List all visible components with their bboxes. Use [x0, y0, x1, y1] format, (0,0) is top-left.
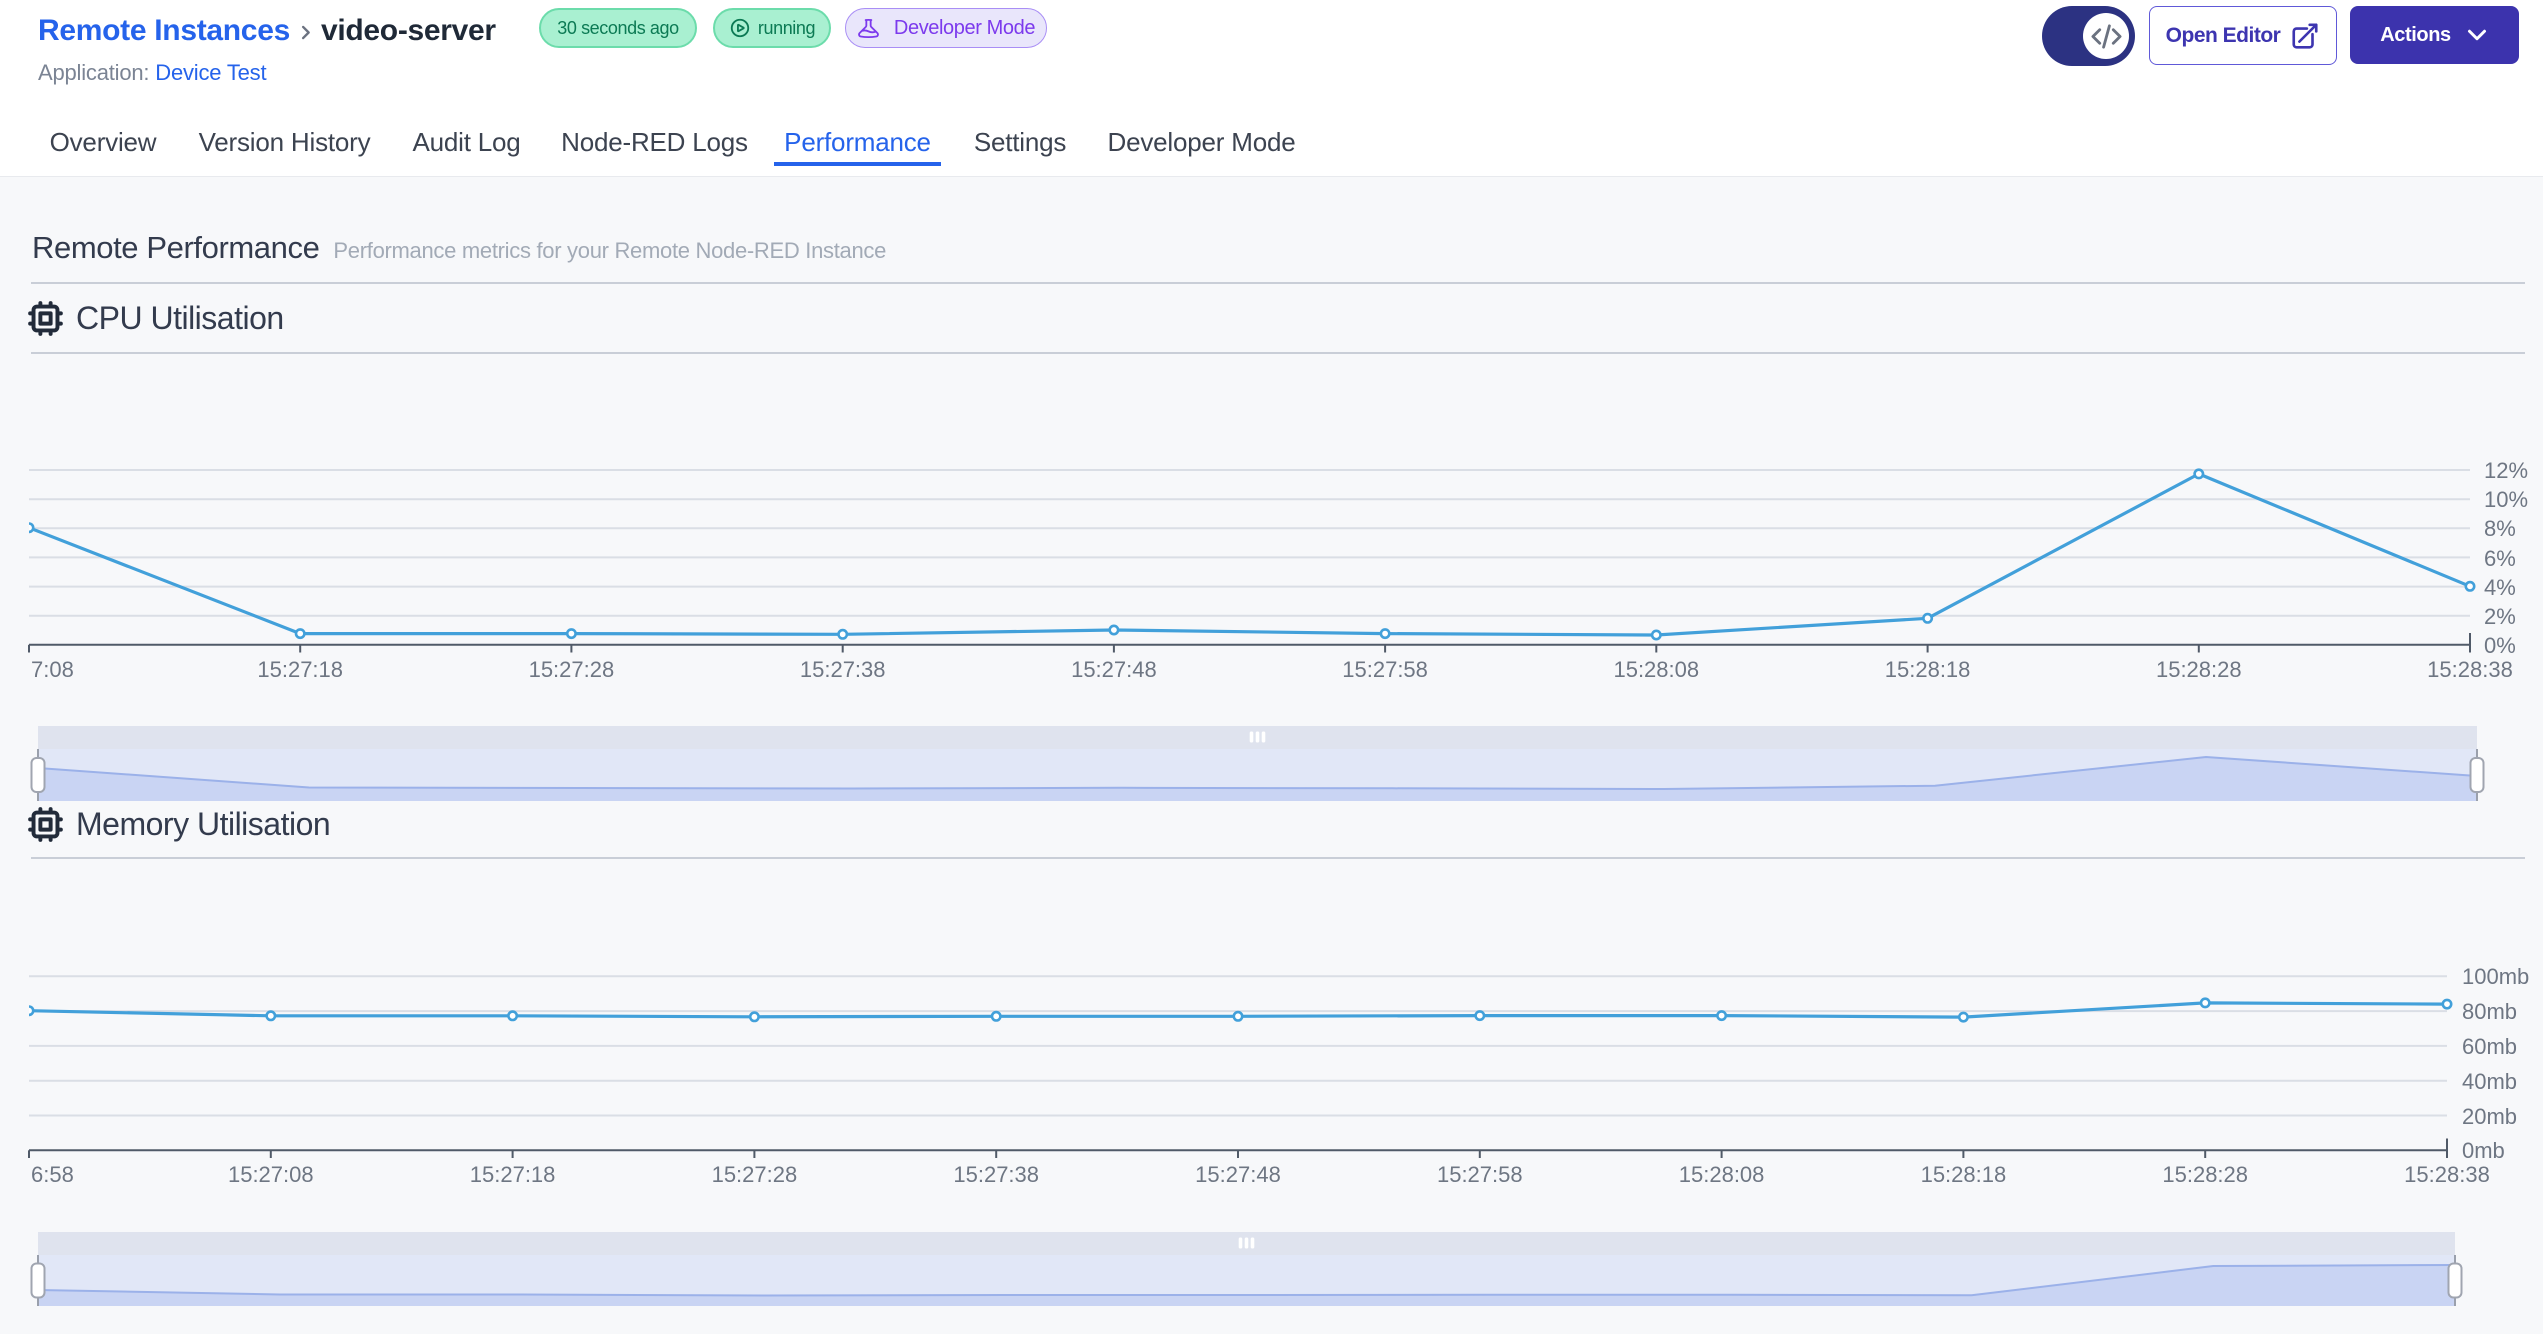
svg-text:6:58: 6:58: [31, 1162, 74, 1187]
svg-text:15:28:08: 15:28:08: [1613, 657, 1699, 682]
svg-text:15:27:48: 15:27:48: [1195, 1162, 1281, 1187]
svg-text:80mb: 80mb: [2462, 999, 2517, 1024]
svg-text:15:27:18: 15:27:18: [257, 657, 343, 682]
svg-text:4%: 4%: [2484, 575, 2516, 600]
svg-text:15:28:18: 15:28:18: [1885, 657, 1971, 682]
svg-text:15:27:08: 15:27:08: [228, 1162, 314, 1187]
svg-text:15:28:38: 15:28:38: [2427, 657, 2513, 682]
svg-text:2%: 2%: [2484, 604, 2516, 629]
svg-text:40mb: 40mb: [2462, 1069, 2517, 1094]
svg-text:15:27:48: 15:27:48: [1071, 657, 1157, 682]
svg-text:15:28:18: 15:28:18: [1921, 1162, 2007, 1187]
svg-text:10%: 10%: [2484, 487, 2528, 512]
svg-text:7:08: 7:08: [31, 657, 74, 682]
svg-text:15:27:28: 15:27:28: [529, 657, 615, 682]
svg-text:15:27:58: 15:27:58: [1342, 657, 1428, 682]
svg-text:20mb: 20mb: [2462, 1104, 2517, 1129]
svg-text:100mb: 100mb: [2462, 964, 2529, 989]
svg-text:0%: 0%: [2484, 633, 2516, 658]
svg-text:15:28:38: 15:28:38: [2404, 1162, 2490, 1187]
svg-text:15:27:38: 15:27:38: [953, 1162, 1039, 1187]
svg-text:8%: 8%: [2484, 516, 2516, 541]
svg-text:15:27:38: 15:27:38: [800, 657, 886, 682]
svg-text:15:28:28: 15:28:28: [2156, 657, 2242, 682]
svg-text:12%: 12%: [2484, 458, 2528, 483]
svg-text:15:28:08: 15:28:08: [1679, 1162, 1765, 1187]
svg-text:15:27:28: 15:27:28: [712, 1162, 798, 1187]
svg-text:15:28:28: 15:28:28: [2162, 1162, 2248, 1187]
svg-text:15:27:18: 15:27:18: [470, 1162, 556, 1187]
svg-text:6%: 6%: [2484, 546, 2516, 571]
svg-text:0mb: 0mb: [2462, 1138, 2505, 1163]
svg-text:60mb: 60mb: [2462, 1034, 2517, 1059]
svg-text:15:27:58: 15:27:58: [1437, 1162, 1523, 1187]
